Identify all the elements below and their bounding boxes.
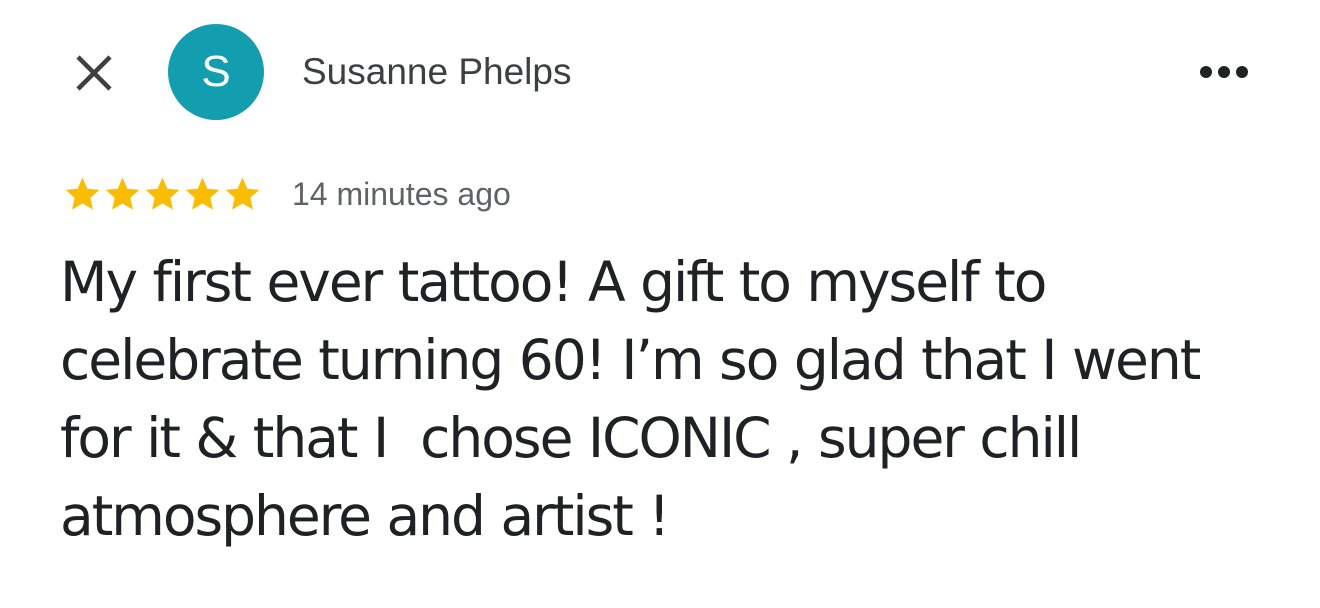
- star-icon: [65, 177, 100, 210]
- review-text-line: for it & that I chose ICONIC , super chi…: [60, 406, 1082, 470]
- author-name[interactable]: Susanne Phelps: [302, 50, 571, 94]
- star-rating: [62, 172, 262, 216]
- review-text-line: My first ever tattoo! A gift to myself t…: [60, 250, 1047, 314]
- avatar-initial: S: [201, 47, 231, 96]
- more-options-button[interactable]: [1194, 50, 1254, 94]
- review-text-line: celebrate turning 60! I’m so glad that I…: [60, 328, 1201, 392]
- review-timestamp: 14 minutes ago: [292, 176, 511, 212]
- more-horizontal-icon: [1200, 66, 1248, 78]
- star-icon: [185, 177, 220, 210]
- review-text-line: atmosphere and artist !: [60, 484, 670, 548]
- star-icon: [105, 177, 140, 210]
- avatar[interactable]: S: [168, 24, 264, 120]
- star-icon: [225, 177, 260, 210]
- review-header: S Susanne Phelps: [0, 0, 1320, 150]
- star-icon: [145, 177, 180, 210]
- close-button[interactable]: [66, 48, 122, 98]
- close-icon: [76, 55, 112, 91]
- rating-row: 14 minutes ago: [62, 172, 511, 216]
- review-text: My first ever tattoo! A gift to myself t…: [60, 243, 1270, 555]
